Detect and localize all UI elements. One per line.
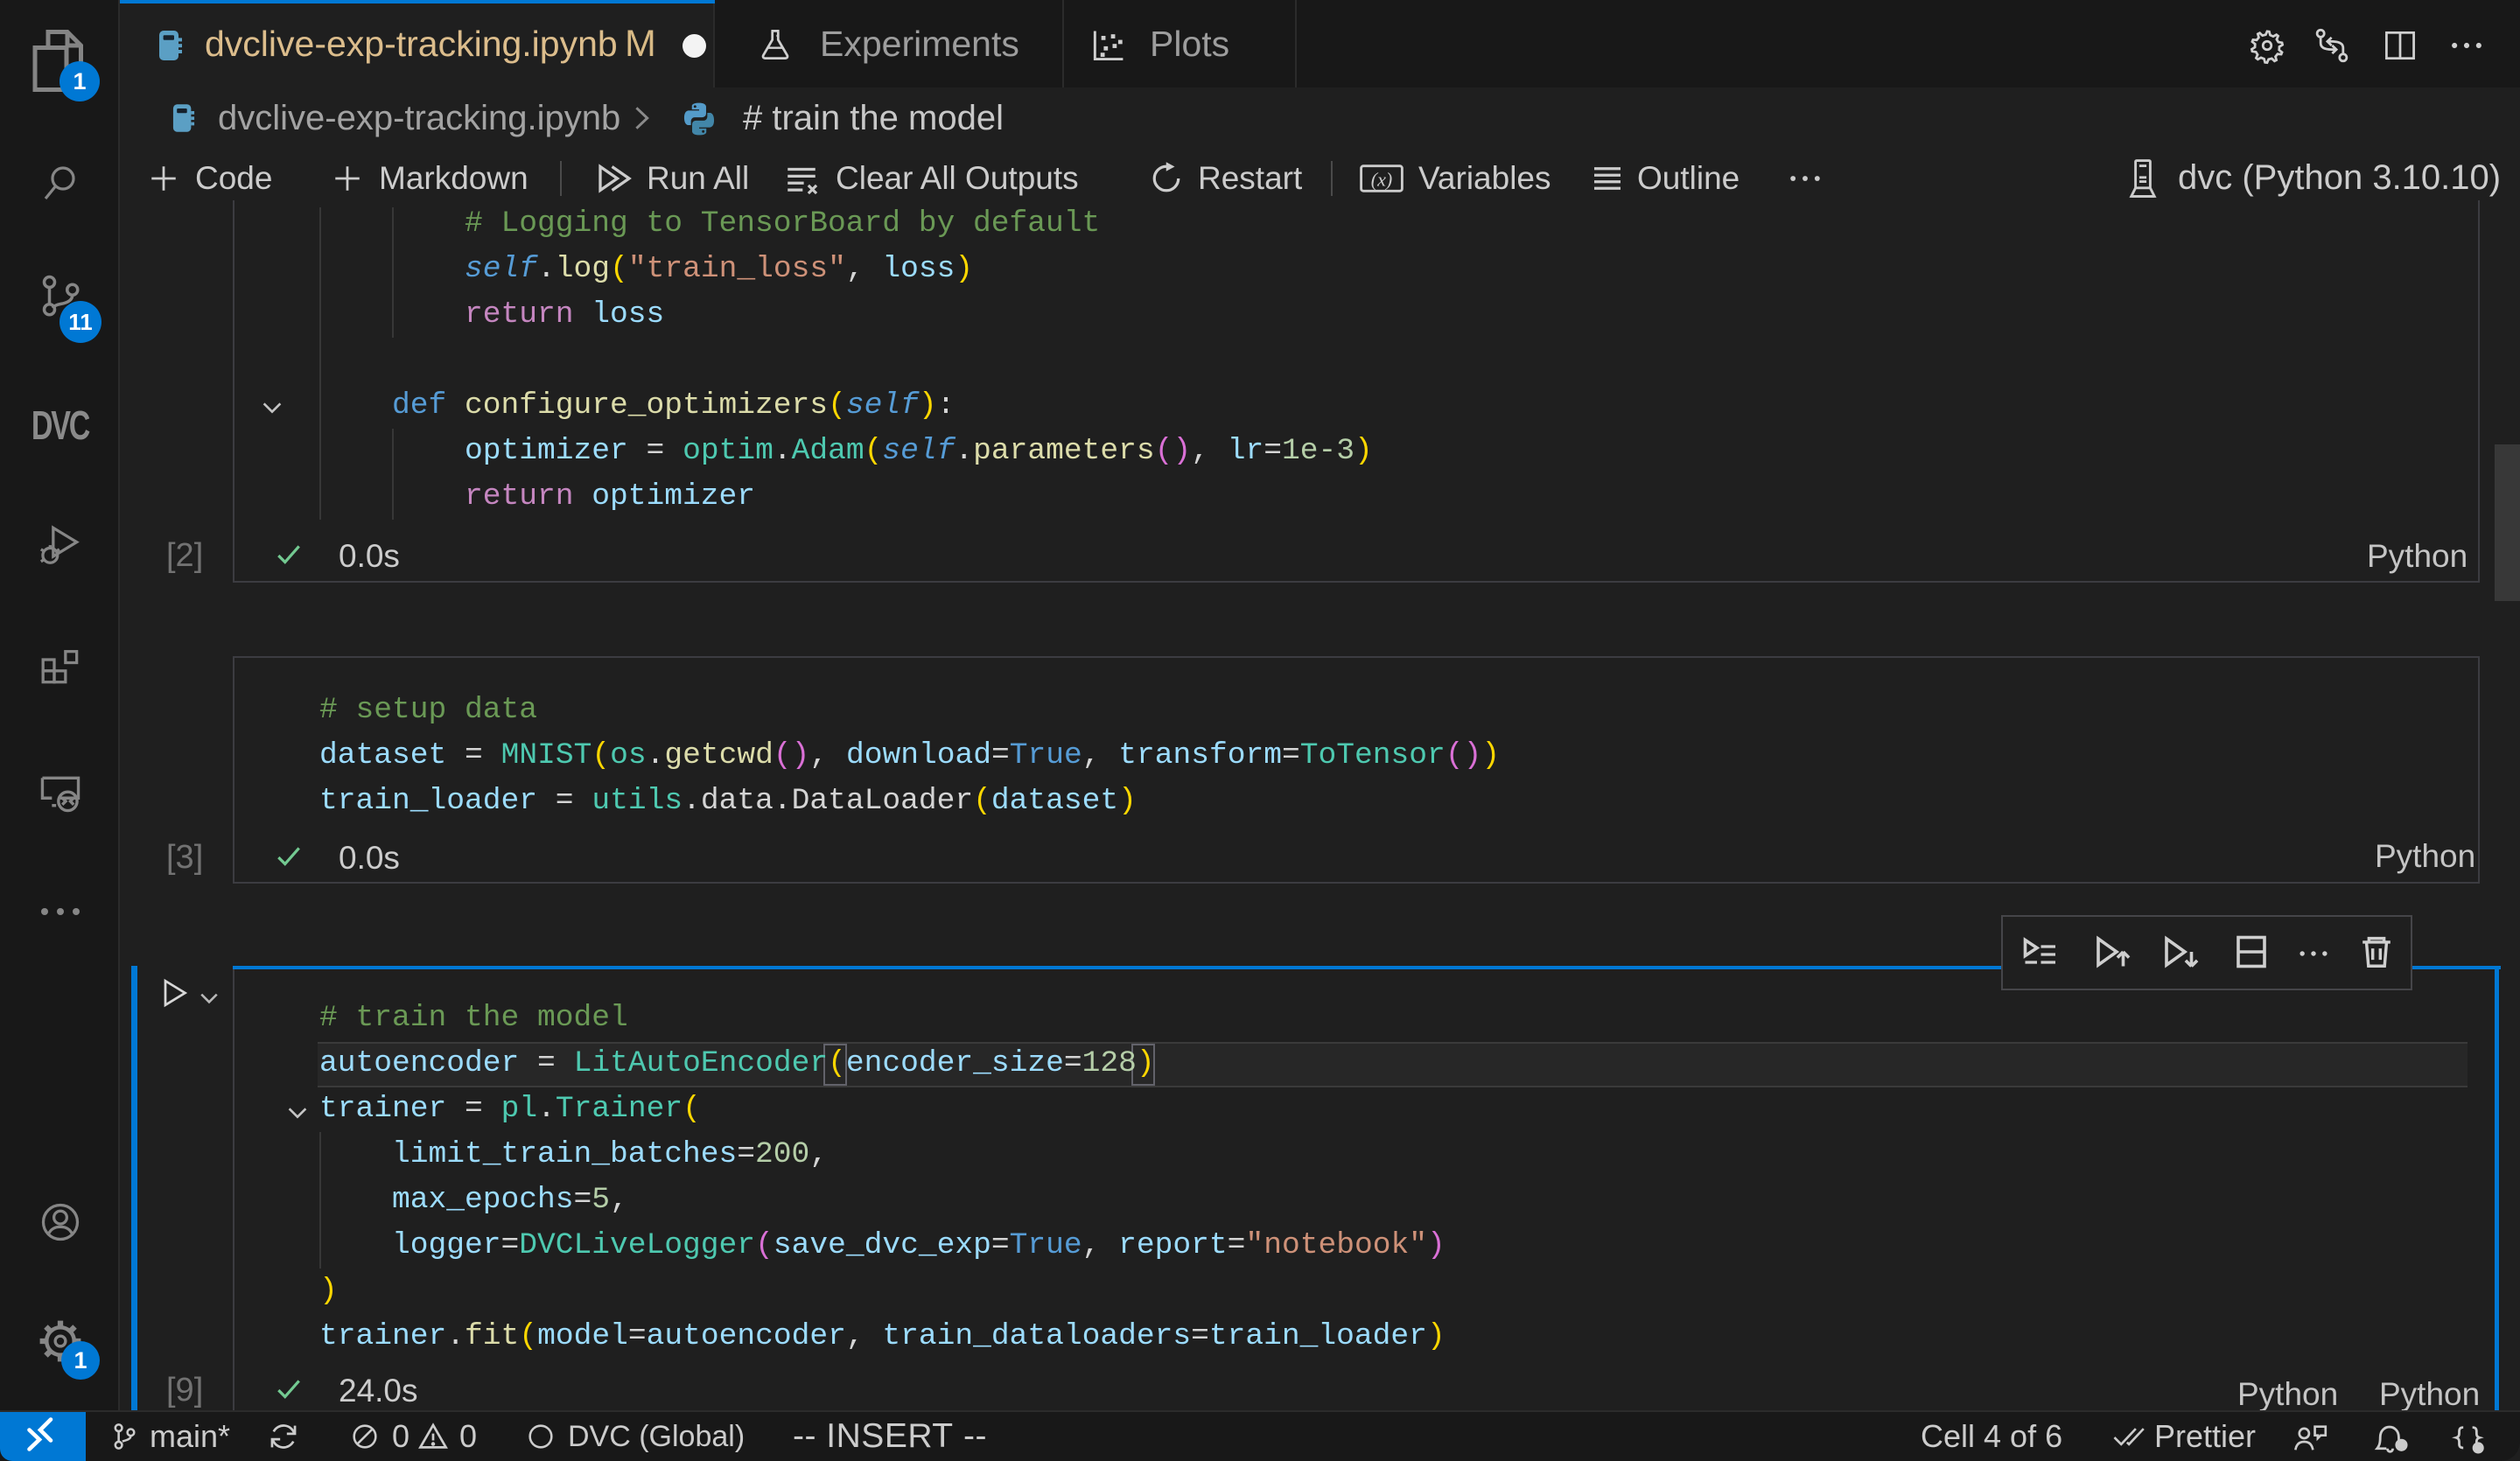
svg-text:(x): (x) (1371, 168, 1393, 190)
